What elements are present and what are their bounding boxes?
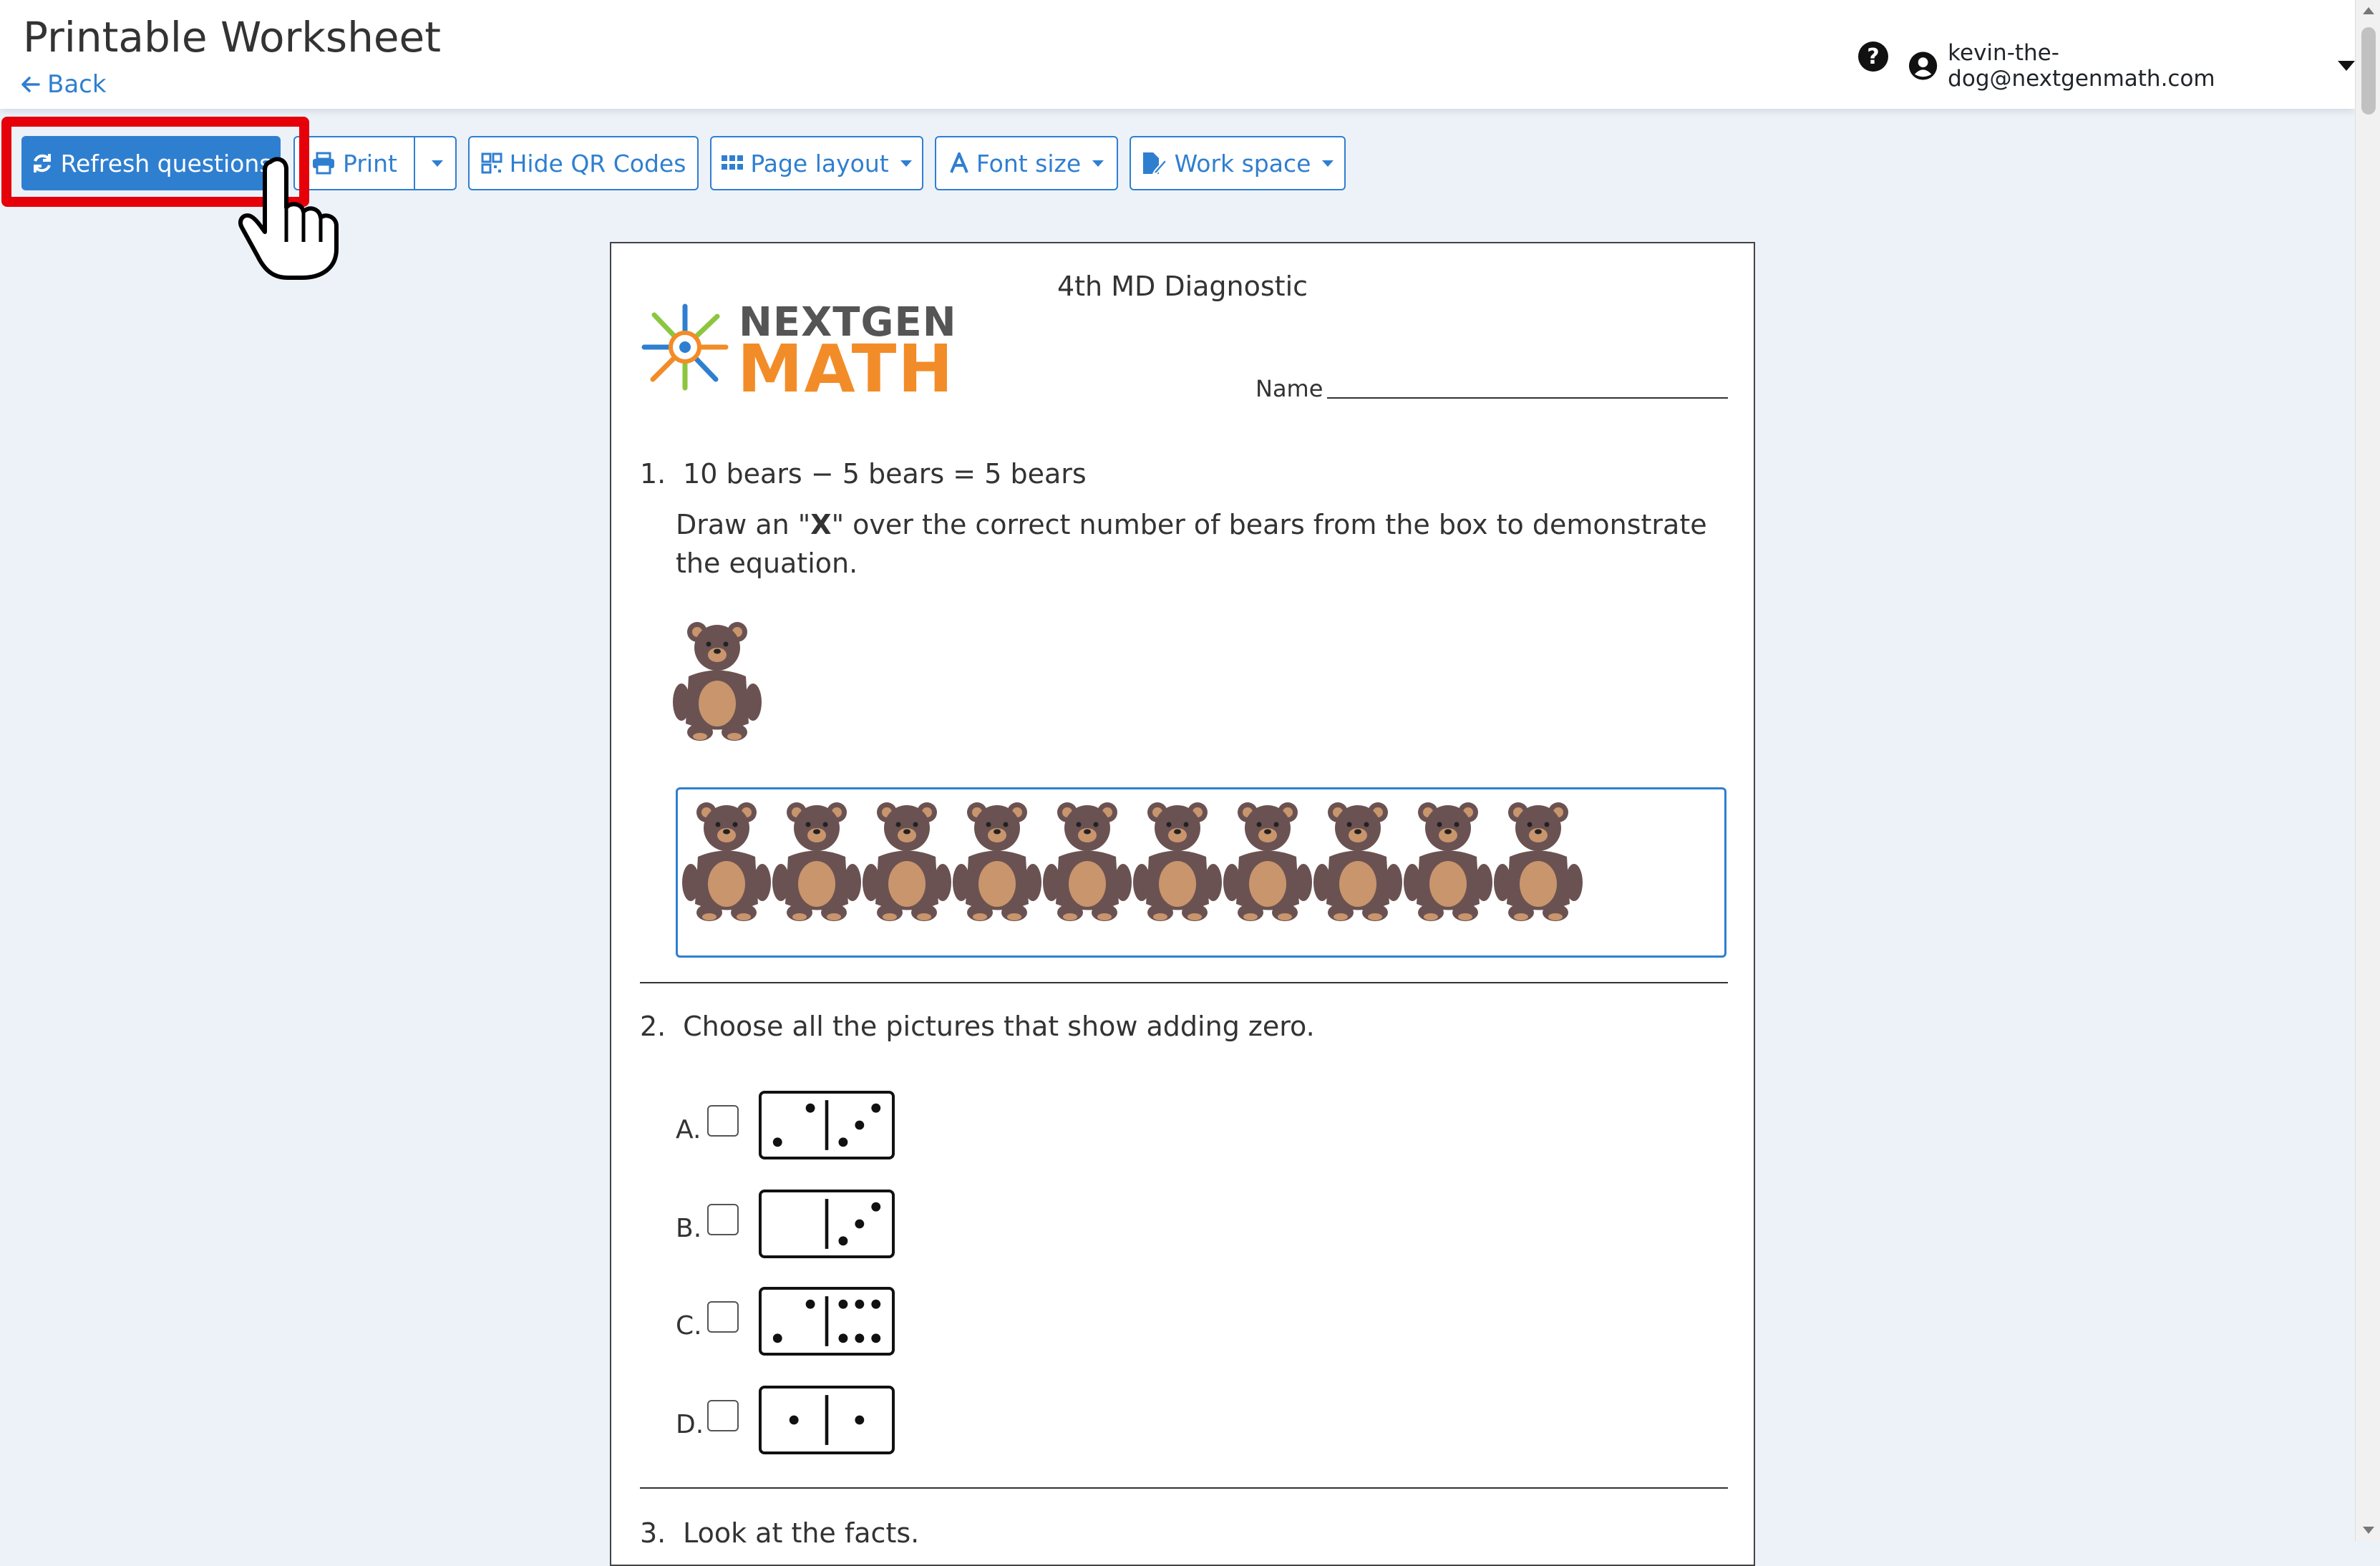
user-menu[interactable]: kevin-the-dog@nextgenmath.com [1908,40,2355,92]
divider [640,1487,1728,1489]
bear-icon[interactable] [953,798,1041,923]
chevron-down-icon [432,160,443,167]
name-label: Name [1255,375,1323,402]
font-size-button[interactable]: Font size [935,136,1118,190]
domino-icon [759,1190,895,1258]
page-title: Printable Worksheet [23,13,441,62]
question-3: 3. Look at the facts. [640,1517,919,1549]
option-label: A. [676,1114,701,1144]
scrollbar[interactable] [2355,0,2380,1541]
question-2: 2. Choose all the pictures that show add… [640,1011,1315,1042]
bear-box[interactable] [676,787,1726,958]
option-a: A. [676,1091,895,1159]
question-1-instruction: Draw an "X" over the correct number of b… [676,505,1728,583]
worksheet-page: 4th MD Diagnostic NEXTGEN MATH Name 1. 1… [610,242,1755,1566]
divider [640,982,1728,983]
print-label: Print [343,149,397,177]
chevron-down-icon [2338,61,2355,71]
question-text: Look at the facts. [683,1517,920,1549]
option-a-checkbox[interactable] [707,1105,739,1137]
bear-icon [673,622,762,741]
bear-icon[interactable] [1404,798,1492,923]
work-space-label: Work space [1174,149,1311,177]
hide-qr-codes-button[interactable]: Hide QR Codes [468,136,699,190]
option-b: B. [676,1190,895,1258]
question-number: 1. [640,458,666,490]
bear-icon[interactable] [1133,798,1222,923]
hide-qr-label: Hide QR Codes [509,149,686,177]
bear-icon[interactable] [772,798,861,923]
chevron-down-icon [1322,160,1334,167]
domino-icon [759,1287,895,1356]
print-dropdown-button[interactable] [414,136,457,190]
bear-icon[interactable] [1223,798,1312,923]
bear-icon[interactable] [1494,798,1583,923]
font-icon [949,152,968,173]
question-text: Choose all the pictures that show adding… [683,1011,1315,1042]
option-b-checkbox[interactable] [707,1204,739,1235]
file-edit-icon [1142,152,1167,175]
arrow-left-icon [21,77,40,92]
option-label: D. [676,1409,704,1439]
instruction-bold-x: X [810,509,832,540]
nextgen-math-logo: NEXTGEN MATH [638,293,961,407]
bear-icon[interactable] [863,798,951,923]
font-size-label: Font size [976,149,1082,177]
grid-icon [722,155,744,170]
option-label: C. [676,1310,702,1341]
app-header: Printable Worksheet Back ? kevin-the-dog… [0,0,2355,109]
bear-icon[interactable] [682,798,771,923]
option-label: B. [676,1213,702,1243]
domino-icon [759,1091,895,1159]
bear-icon[interactable] [1313,798,1402,923]
question-1: 1. 10 bears − 5 bears = 5 bears [640,458,1087,490]
user-email: kevin-the-dog@nextgenmath.com [1948,40,2215,92]
chevron-down-icon [1092,160,1104,167]
scroll-down-icon[interactable] [2363,1527,2374,1534]
help-icon[interactable]: ? [1858,42,1888,72]
scroll-up-icon[interactable] [2363,7,2374,14]
bear-icon[interactable] [1043,798,1132,923]
question-text: 10 bears − 5 bears = 5 bears [683,458,1087,490]
back-label: Back [47,70,107,99]
qr-code-icon [481,152,502,174]
work-space-button[interactable]: Work space [1130,136,1346,190]
logo-text-bottom: MATH [737,331,955,407]
back-link[interactable]: Back [20,70,107,99]
option-c: C. [676,1287,895,1356]
user-circle-icon [1908,52,1938,80]
page-layout-button[interactable]: Page layout [710,136,923,190]
name-line[interactable] [1327,397,1728,399]
question-number: 3. [640,1517,666,1549]
option-d: D. [676,1386,895,1454]
chevron-down-icon [900,160,912,167]
page-layout-label: Page layout [750,149,889,177]
domino-icon [759,1386,895,1454]
instruction-text: Draw an " [676,509,811,540]
option-c-checkbox[interactable] [707,1301,739,1333]
logo-burst-icon [641,303,729,391]
question-number: 2. [640,1011,666,1042]
scroll-thumb[interactable] [2361,27,2376,115]
hand-pointer-icon [238,157,339,280]
option-d-checkbox[interactable] [707,1400,739,1431]
